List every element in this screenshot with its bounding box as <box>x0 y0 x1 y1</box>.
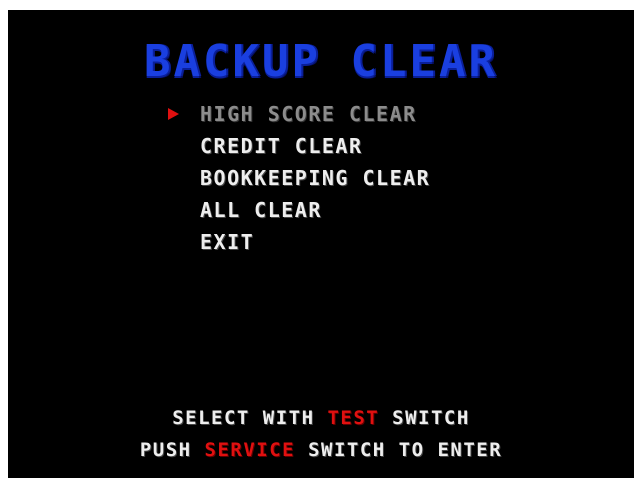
test-switch-label: TEST <box>327 407 380 429</box>
game-screen: BACKUP CLEAR HIGH SCORE CLEAR CREDIT CLE… <box>8 10 634 478</box>
instruction-enter-before: PUSH <box>139 439 205 461</box>
menu-item-exit[interactable]: EXIT <box>200 232 254 252</box>
instruction-select-before: SELECT WITH <box>172 407 328 429</box>
menu-item-bookkeeping-clear[interactable]: BOOKKEEPING CLEAR <box>200 168 430 188</box>
instruction-enter: PUSH SERVICE SWITCH TO ENTER <box>8 440 634 460</box>
selection-arrow-icon <box>168 108 179 120</box>
screen-title: BACKUP CLEAR <box>144 36 498 87</box>
instruction-select: SELECT WITH TEST SWITCH <box>8 408 634 428</box>
instruction-select-after: SWITCH <box>379 407 470 429</box>
menu-item-high-score-clear[interactable]: HIGH SCORE CLEAR <box>200 104 417 124</box>
instruction-enter-after: SWITCH TO ENTER <box>295 439 503 461</box>
menu-item-credit-clear[interactable]: CREDIT CLEAR <box>200 136 363 156</box>
service-switch-label: SERVICE <box>204 439 296 461</box>
menu-item-all-clear[interactable]: ALL CLEAR <box>200 200 322 220</box>
